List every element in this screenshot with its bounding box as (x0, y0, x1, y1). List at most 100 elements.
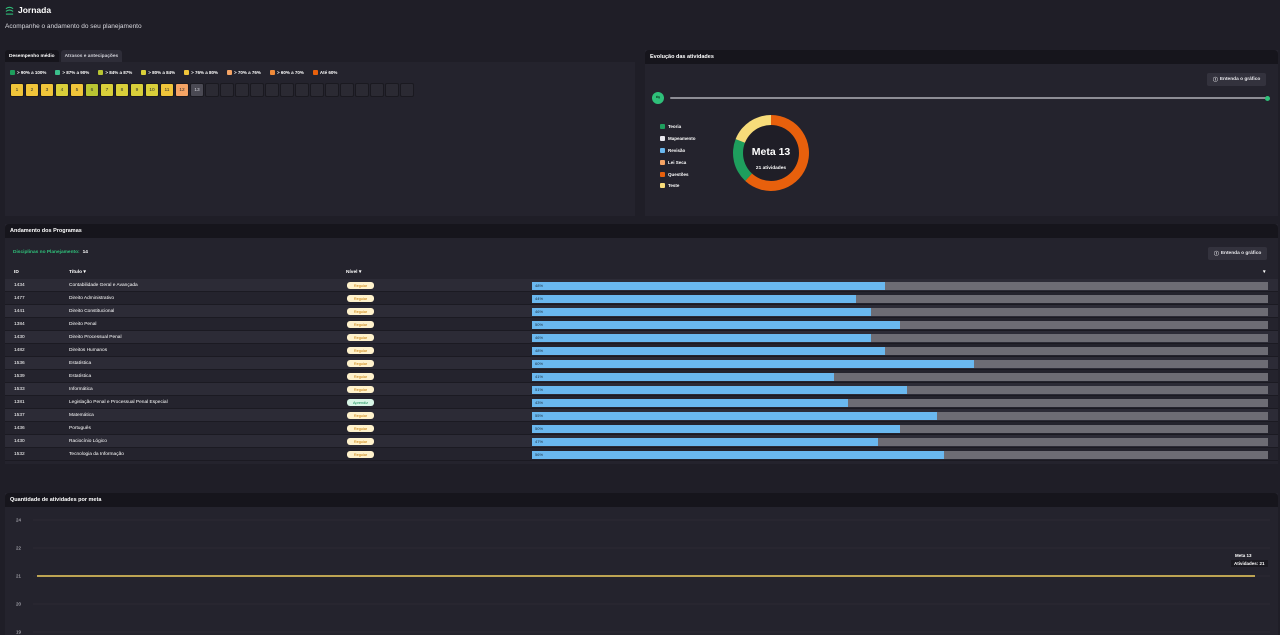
goal-box[interactable]: 2 (25, 83, 39, 97)
disciplines-value: 14 (82, 250, 88, 255)
row-id: 1436 (14, 425, 25, 431)
goal-box[interactable]: 7 (100, 83, 114, 97)
col-title[interactable]: Título ▾ (69, 270, 86, 275)
progress-label: 55% (535, 413, 544, 418)
y-tick-label: 21 (16, 574, 22, 579)
goal-box[interactable] (370, 83, 384, 97)
progress-fill (532, 281, 885, 290)
table-row[interactable]: 1430 Raciocínio Lógico Regular 47% (5, 435, 1278, 448)
goal-box[interactable] (250, 83, 264, 97)
row-title: Matemática (69, 412, 94, 418)
col-level[interactable]: Nível ▾ (346, 270, 361, 275)
progress-label: 51% (535, 387, 544, 392)
tab-average-performance[interactable]: Desempenho médio (5, 50, 59, 62)
level-badge: Aprendiz (347, 399, 374, 406)
progress-label: 48% (535, 283, 544, 288)
goal-box[interactable] (355, 83, 369, 97)
activity-legend-item[interactable]: Lei Seca (660, 156, 696, 168)
goal-box[interactable]: 4 (55, 83, 69, 97)
activity-legend-item[interactable]: Mapeamento (660, 133, 696, 145)
goal-box[interactable]: 12 (175, 83, 189, 97)
legend-label: > 76% a 80% (191, 69, 219, 75)
progress-bar: 50% (532, 424, 1268, 433)
goal-box[interactable] (265, 83, 279, 97)
goal-box[interactable]: 11 (160, 83, 174, 97)
goal-box[interactable] (280, 83, 294, 97)
goal-box[interactable]: 13 (190, 83, 204, 97)
goal-box[interactable] (325, 83, 339, 97)
goal-box[interactable] (340, 83, 354, 97)
goal-box[interactable]: 8 (115, 83, 129, 97)
row-title: Informática (69, 386, 93, 392)
goal-box[interactable]: 9 (130, 83, 144, 97)
progress-fill (532, 307, 871, 316)
legend-label: > 90% a 100% (17, 69, 47, 75)
journey-icon (5, 6, 14, 15)
activity-legend-item[interactable]: Teoria (660, 121, 696, 133)
table-row[interactable]: 1434 Contabilidade Geral e Avançada Regu… (5, 279, 1278, 292)
y-tick-label: 22 (16, 546, 22, 551)
goal-box[interactable]: 10 (145, 83, 159, 97)
evolution-panel: Evolução das atividades ⓘ Entenda o gráf… (645, 50, 1278, 216)
progress-label: 50% (535, 322, 544, 327)
goal-box[interactable] (235, 83, 249, 97)
table-row[interactable]: 1482 Direitos Humanos Regular 48% (5, 344, 1278, 357)
tab-delays[interactable]: Atrasos e antecipações (60, 50, 123, 62)
goal-box[interactable]: 3 (40, 83, 54, 97)
evolution-title: Evolução das atividades (645, 50, 1278, 64)
table-row[interactable]: 1384 Direito Penal Regular 50% (5, 318, 1278, 331)
goal-box[interactable] (310, 83, 324, 97)
legend-item: > 84% a 87% (98, 69, 132, 75)
goal-box[interactable] (295, 83, 309, 97)
progress-bar: 46% (532, 333, 1268, 342)
progress-bar: 50% (532, 320, 1268, 329)
goal-slider-track[interactable] (670, 97, 1268, 99)
legend-item: > 90% a 100% (10, 69, 47, 75)
table-row[interactable]: 1539 Estatística Regular 41% (5, 370, 1278, 383)
slider-end-handle[interactable] (1265, 95, 1270, 101)
progress-label: 48% (535, 348, 544, 353)
table-row[interactable]: 1430 Direito Processual Penal Regular 46… (5, 331, 1278, 344)
quantity-title: Quantidade de atividades por meta (5, 493, 1278, 507)
level-badge: Regular (347, 360, 374, 367)
table-row[interactable]: 1536 Estatística Regular 60% (5, 357, 1278, 370)
table-row[interactable]: 1537 Matemática Regular 55% (5, 409, 1278, 422)
activity-legend-item[interactable]: Revisão (660, 145, 696, 157)
table-row[interactable]: 1533 Informática Regular 51% (5, 383, 1278, 396)
disciplines-count: Disciplinas no Planejamento: 14 (13, 250, 88, 255)
progress-sort-icon[interactable]: ▾ (1263, 270, 1265, 275)
row-id: 1539 (14, 373, 25, 379)
table-row[interactable]: 1477 Direito Administrativo Regular 44% (5, 292, 1278, 305)
level-badge: Regular (347, 451, 374, 458)
level-badge: Regular (347, 295, 374, 302)
table-row[interactable]: 1532 Tecnologia da Informação Regular 56… (5, 448, 1278, 461)
goal-box[interactable]: 1 (10, 83, 24, 97)
level-badge: Regular (347, 308, 374, 315)
donut-subtitle: 21 atividades (756, 165, 786, 171)
goal-box[interactable] (385, 83, 399, 97)
explain-programs-button[interactable]: ⓘ Entenda o gráfico (1208, 247, 1268, 260)
goal-box[interactable] (220, 83, 234, 97)
table-row[interactable]: 1381 Legislação Penal e Processual Penal… (5, 396, 1278, 409)
legend-label: > 60% a 70% (276, 69, 304, 75)
slider-handle-icon[interactable]: ⇆ (652, 92, 664, 104)
level-badge: Regular (347, 425, 374, 432)
legend-item: > 87% a 90% (55, 69, 89, 75)
goal-box[interactable]: 6 (85, 83, 99, 97)
table-row[interactable]: 1441 Direito Constitucional Regular 46% (5, 305, 1278, 318)
progress-bar: 48% (532, 346, 1268, 355)
activity-legend-item[interactable]: Teste (660, 180, 696, 192)
row-id: 1477 (14, 295, 25, 301)
row-title: Direito Constitucional (69, 308, 115, 314)
progress-fill (532, 320, 900, 329)
goal-box[interactable] (205, 83, 219, 97)
activity-legend-item[interactable]: Questões (660, 168, 696, 180)
legend-label: Questões (668, 171, 689, 177)
col-id[interactable]: ID (14, 270, 19, 275)
progress-fill (532, 398, 848, 407)
goal-box[interactable] (400, 83, 414, 97)
table-row[interactable]: 1436 Português Regular 50% (5, 422, 1278, 435)
level-badge: Regular (347, 386, 374, 393)
explain-chart-button[interactable]: ⓘ Entenda o gráfico (1207, 73, 1267, 86)
goal-box[interactable]: 5 (70, 83, 84, 97)
